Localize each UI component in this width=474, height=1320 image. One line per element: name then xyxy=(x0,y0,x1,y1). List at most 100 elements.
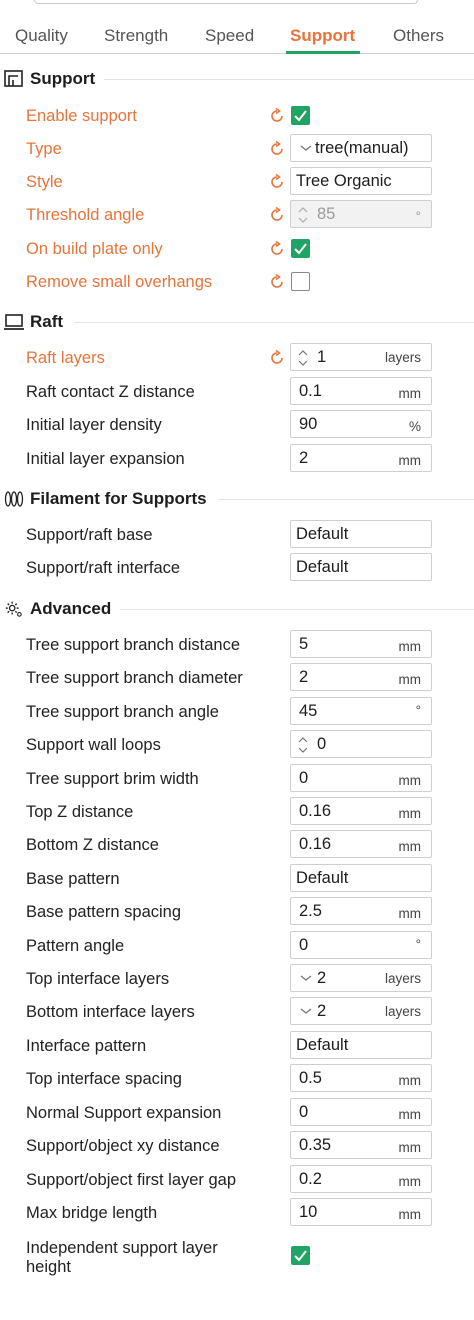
unit-label: mm xyxy=(398,453,422,468)
setting-label: Base pattern xyxy=(26,870,120,888)
unit-label: mm xyxy=(398,906,422,921)
initial-layer-expansion-input[interactable]: 2 mm xyxy=(290,444,432,472)
top-interface-layers-select[interactable]: 2 layers xyxy=(290,964,432,992)
stepper-icon[interactable] xyxy=(295,203,311,227)
remove-small-overhangs-checkbox[interactable] xyxy=(291,272,310,291)
tab-support[interactable]: Support xyxy=(290,26,355,46)
unit-label: mm xyxy=(398,1174,422,1189)
brim-width-input[interactable]: 0 mm xyxy=(290,764,432,792)
row-max-bridge-length: Max bridge length 10 mm xyxy=(0,1198,474,1228)
gear-icon xyxy=(5,601,22,617)
reset-icon[interactable] xyxy=(268,173,286,191)
top-interface-spacing-input[interactable]: 0.5 mm xyxy=(290,1064,432,1092)
interface-pattern-select[interactable]: Default xyxy=(290,1031,432,1059)
setting-label: Support wall loops xyxy=(26,736,161,754)
row-support-raft-interface: Support/raft interface Default xyxy=(0,553,474,583)
bottom-z-input[interactable]: 0.16 mm xyxy=(290,830,432,858)
setting-label: Bottom interface layers xyxy=(26,1003,195,1021)
tab-speed[interactable]: Speed xyxy=(205,26,254,46)
independent-layer-height-checkbox[interactable] xyxy=(291,1246,310,1265)
brim-width-value: 0 xyxy=(299,769,309,787)
tab-quality[interactable]: Quality xyxy=(15,26,68,46)
row-brim-width: Tree support brim width 0 mm xyxy=(0,764,474,794)
reset-icon[interactable] xyxy=(268,349,286,367)
first-layer-gap-value: 0.2 xyxy=(299,1170,322,1188)
row-remove-small-overhangs: Remove small overhangs xyxy=(0,267,474,297)
setting-label: Style xyxy=(26,173,63,191)
support-icon xyxy=(4,70,23,87)
initial-layer-expansion-value: 2 xyxy=(299,449,309,467)
raft-contact-z-input[interactable]: 0.1 mm xyxy=(290,377,432,405)
row-bottom-interface-layers: Bottom interface layers 2 layers xyxy=(0,997,474,1027)
base-pattern-select[interactable]: Default xyxy=(290,864,432,892)
setting-label: Support/raft base xyxy=(26,526,153,544)
setting-label: Tree support branch angle xyxy=(26,703,219,721)
branch-angle-input[interactable]: 45 ° xyxy=(290,697,432,725)
section-title: Support xyxy=(30,69,96,88)
xy-distance-input[interactable]: 0.35 mm xyxy=(290,1131,432,1159)
checkmark-icon xyxy=(294,243,307,255)
setting-label: Top interface layers xyxy=(26,970,170,988)
initial-layer-density-value: 90 xyxy=(299,415,318,433)
row-raft-layers: Raft layers 1 layers xyxy=(0,343,474,373)
unit-label: mm xyxy=(398,806,422,821)
reset-icon[interactable] xyxy=(268,240,286,258)
threshold-angle-input[interactable]: 85 ° xyxy=(290,200,432,228)
stepper-icon[interactable] xyxy=(295,346,311,370)
style-select[interactable]: Tree Organic xyxy=(290,167,432,195)
max-bridge-length-value: 10 xyxy=(299,1203,318,1221)
row-xy-distance: Support/object xy distance 0.35 mm xyxy=(0,1131,474,1161)
type-select[interactable]: tree(manual) xyxy=(290,134,432,162)
row-type: Type tree(manual) xyxy=(0,134,474,164)
section-support: Support xyxy=(0,66,474,92)
row-branch-angle: Tree support branch angle 45 ° xyxy=(0,697,474,727)
support-raft-base-select[interactable]: Default xyxy=(290,520,432,548)
section-filament: Filament for Supports xyxy=(0,486,474,512)
row-top-interface-spacing: Top interface spacing 0.5 mm xyxy=(0,1064,474,1094)
normal-expansion-value: 0 xyxy=(299,1103,309,1121)
reset-icon[interactable] xyxy=(268,107,286,125)
row-initial-layer-expansion: Initial layer expansion 2 mm xyxy=(0,444,474,474)
row-support-raft-base: Support/raft base Default xyxy=(0,520,474,550)
row-threshold-angle: Threshold angle 85 ° xyxy=(0,200,474,230)
on-build-plate-only-checkbox[interactable] xyxy=(291,239,310,258)
tab-others[interactable]: Others xyxy=(393,26,444,46)
wall-loops-input[interactable]: 0 xyxy=(290,730,432,758)
setting-label: Normal Support expansion xyxy=(26,1104,222,1122)
filament-spool-icon xyxy=(4,491,24,507)
chevron-down-icon xyxy=(300,145,312,151)
first-layer-gap-input[interactable]: 0.2 mm xyxy=(290,1165,432,1193)
branch-diameter-input[interactable]: 2 mm xyxy=(290,663,432,691)
branch-distance-value: 5 xyxy=(299,635,309,653)
reset-icon[interactable] xyxy=(268,140,286,158)
row-branch-diameter: Tree support branch diameter 2 mm xyxy=(0,663,474,693)
setting-label: Tree support brim width xyxy=(26,770,199,788)
branch-distance-input[interactable]: 5 mm xyxy=(290,630,432,658)
section-advanced: Advanced xyxy=(0,596,474,622)
section-title: Advanced xyxy=(30,599,112,618)
reset-icon[interactable] xyxy=(268,273,286,291)
tab-strength[interactable]: Strength xyxy=(104,26,168,46)
stepper-icon[interactable] xyxy=(295,733,311,757)
pattern-angle-input[interactable]: 0 ° xyxy=(290,931,432,959)
top-input-edge xyxy=(34,0,418,4)
unit-label: ° xyxy=(415,937,421,952)
setting-label: Raft contact Z distance xyxy=(26,383,195,401)
enable-support-checkbox[interactable] xyxy=(291,106,310,125)
reset-icon[interactable] xyxy=(268,206,286,224)
max-bridge-length-input[interactable]: 10 mm xyxy=(290,1198,432,1226)
setting-label: Pattern angle xyxy=(26,937,125,955)
branch-diameter-value: 2 xyxy=(299,668,309,686)
top-z-input[interactable]: 0.16 mm xyxy=(290,797,432,825)
row-enable-support: Enable support xyxy=(0,101,474,131)
style-value: Tree Organic xyxy=(296,172,392,190)
setting-label: Raft layers xyxy=(26,349,105,367)
top-interface-spacing-value: 0.5 xyxy=(299,1069,322,1087)
initial-layer-density-input[interactable]: 90 % xyxy=(290,410,432,438)
base-pattern-spacing-input[interactable]: 2.5 mm xyxy=(290,897,432,925)
normal-expansion-input[interactable]: 0 mm xyxy=(290,1098,432,1126)
raft-layers-input[interactable]: 1 layers xyxy=(290,343,432,371)
row-initial-layer-density: Initial layer density 90 % xyxy=(0,410,474,440)
bottom-interface-layers-select[interactable]: 2 layers xyxy=(290,997,432,1025)
support-raft-interface-select[interactable]: Default xyxy=(290,553,432,581)
